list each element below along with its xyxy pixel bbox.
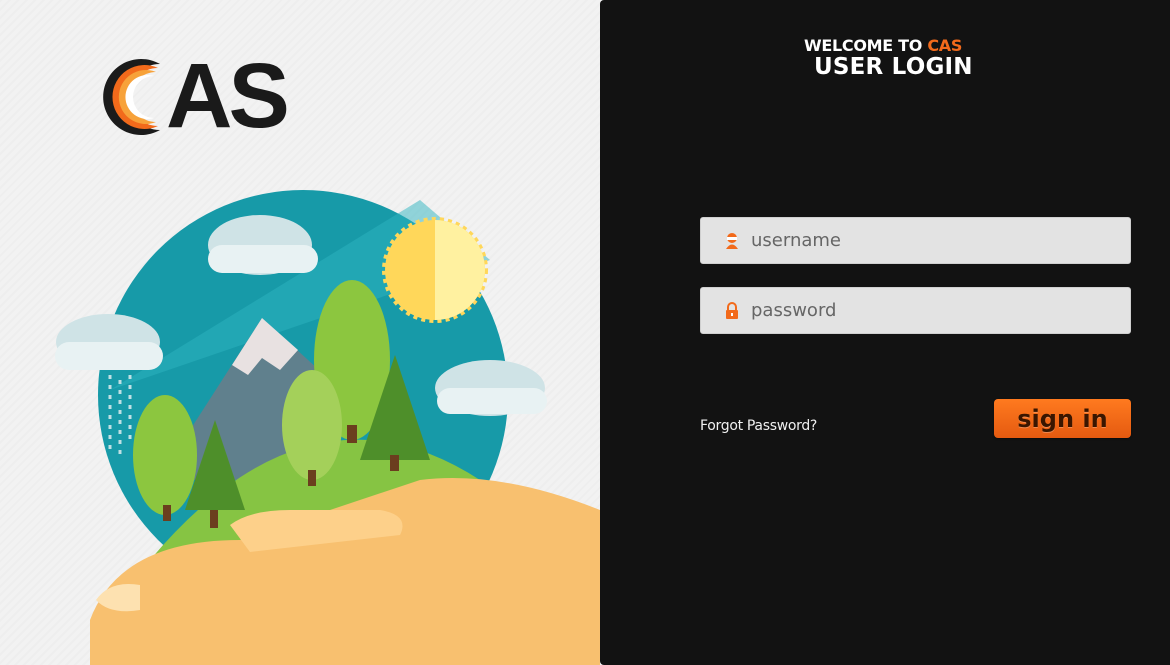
forgot-password-link[interactable]: Forgot Password? xyxy=(700,418,817,434)
user-icon xyxy=(726,233,738,249)
logo-text: AS xyxy=(166,45,290,147)
cas-logo: AS xyxy=(98,50,298,142)
password-input[interactable] xyxy=(751,288,1121,333)
left-panel: AS xyxy=(0,0,600,665)
username-field[interactable] xyxy=(700,217,1131,264)
sign-in-button[interactable]: sign in xyxy=(994,399,1131,438)
password-field[interactable] xyxy=(700,287,1131,334)
lock-icon xyxy=(726,302,738,319)
username-input[interactable] xyxy=(751,218,1121,263)
welcome-heading: WELCOME TO CAS xyxy=(804,36,962,55)
login-panel: WELCOME TO CAS USER LOGIN Forgot Passwor… xyxy=(600,0,1170,665)
welcome-brand: CAS xyxy=(927,36,963,55)
welcome-prefix: WELCOME TO xyxy=(804,36,923,55)
nature-in-hand-illustration xyxy=(55,190,600,665)
page-title: USER LOGIN xyxy=(814,54,973,80)
